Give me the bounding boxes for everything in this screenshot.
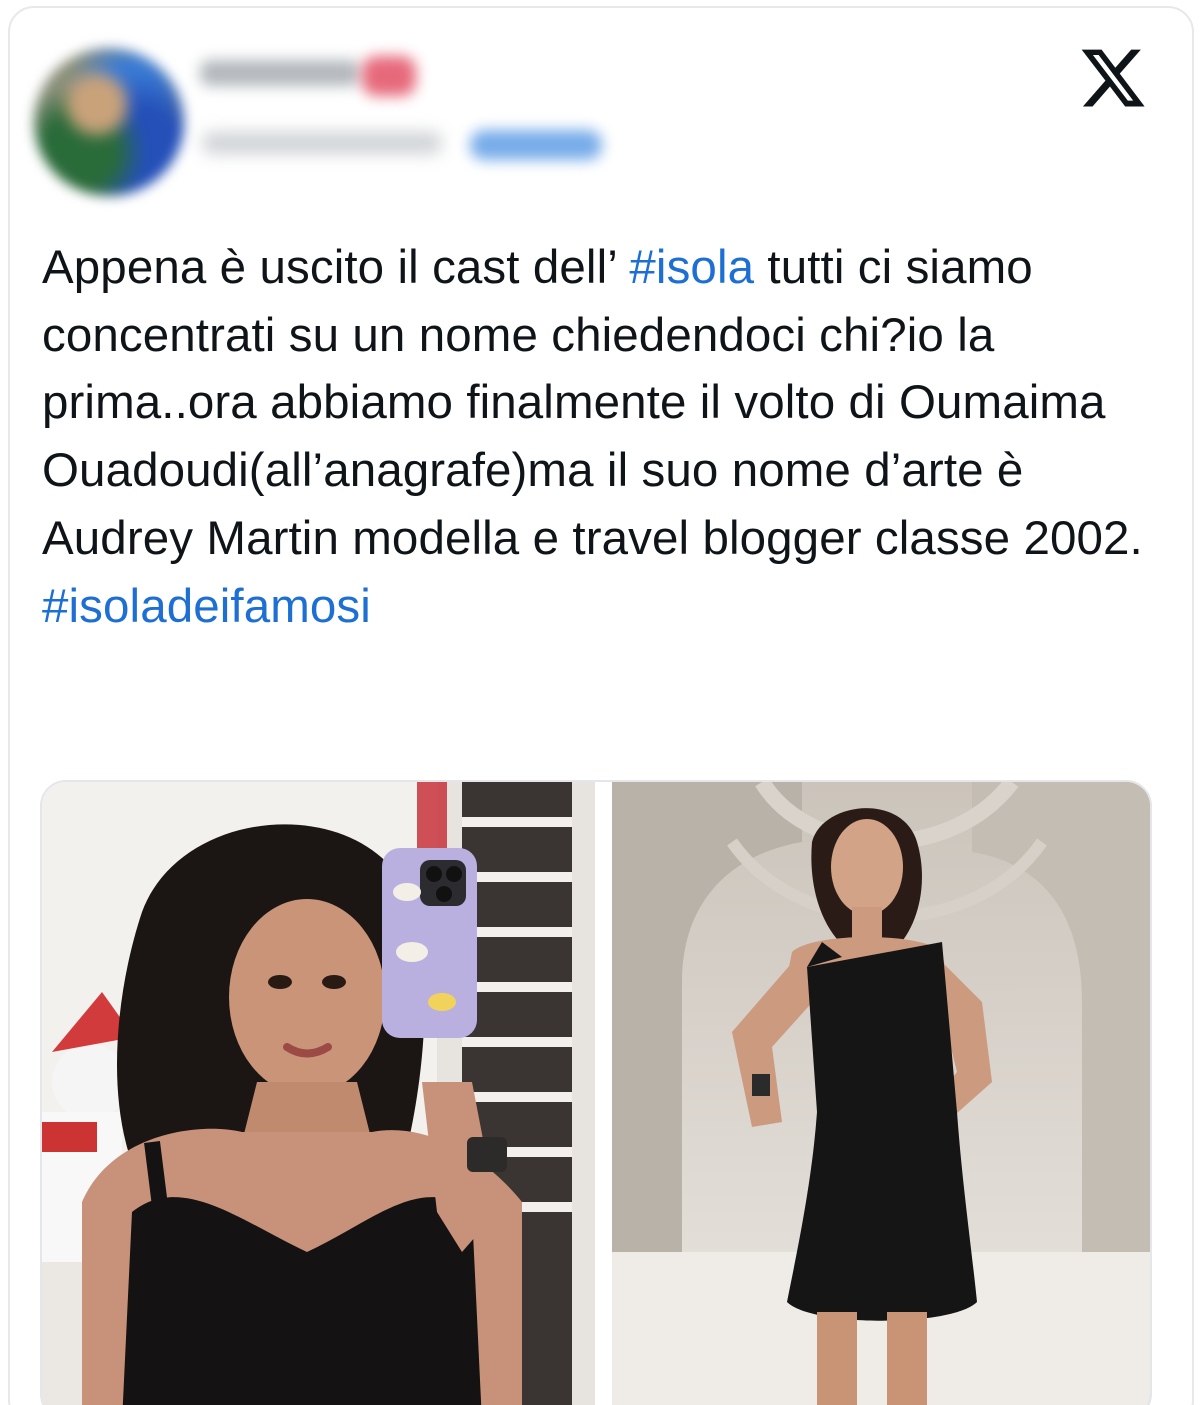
post-text-segment: Appena è uscito il cast dell’ [42, 241, 630, 294]
media-grid [40, 780, 1152, 1405]
author-avatar[interactable] [34, 48, 184, 196]
photo-mirror-selfie[interactable] [42, 782, 595, 1405]
x-logo-icon[interactable] [1078, 43, 1148, 113]
hashtag-isoladeifamosi-link[interactable]: #isoladeifamosi [42, 580, 371, 633]
photo-black-dress[interactable] [612, 782, 1150, 1405]
post-header [0, 0, 1200, 200]
follow-button-blurred[interactable] [470, 130, 602, 160]
author-handle-blurred[interactable] [202, 132, 442, 154]
hashtag-isola-link[interactable]: #isola [629, 241, 754, 294]
photo-mirror-selfie-illustration [42, 782, 595, 1405]
post-text: Appena è uscito il cast dell’ #isola tut… [42, 234, 1162, 640]
photo-black-dress-illustration [612, 782, 1150, 1405]
author-badge-blurred [362, 56, 416, 96]
author-name-blurred[interactable] [200, 60, 360, 86]
